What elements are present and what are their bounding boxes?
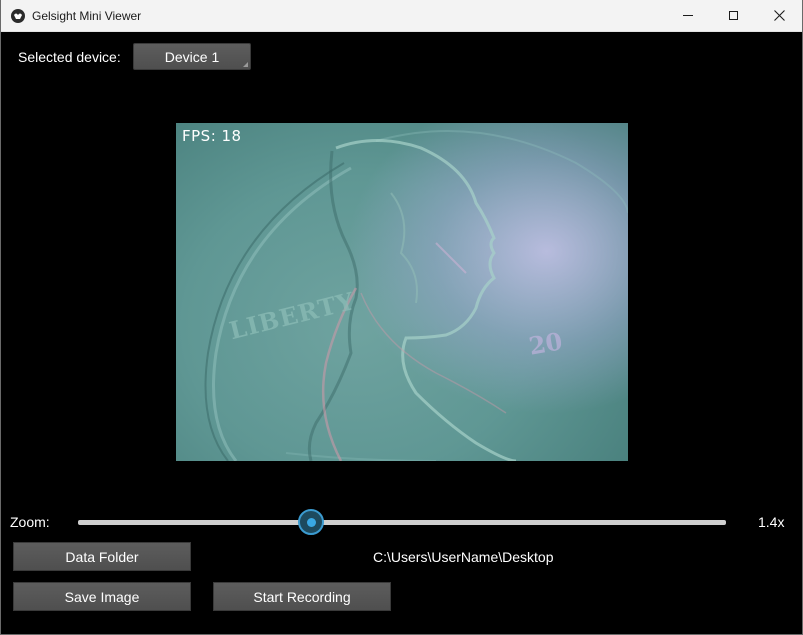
title-bar[interactable]: Gelsight Mini Viewer [1,0,802,32]
minimize-icon [683,15,693,16]
device-select-button[interactable]: Device 1 [133,43,251,70]
window-title: Gelsight Mini Viewer [32,9,142,23]
liberty-text: LIBERTY [226,286,357,345]
svg-text:20: 20 [527,326,565,360]
fps-counter: FPS: 18 [182,127,242,145]
data-folder-path: C:\Users\UserName\Desktop [373,549,554,565]
app-window: Gelsight Mini Viewer Selected device: De… [0,0,803,635]
save-image-button[interactable]: Save Image [13,582,191,611]
maximize-icon [728,11,738,20]
camera-feed: LIBERTY 20 FPS: 18 [176,123,628,461]
minimize-button[interactable] [665,0,711,31]
maximize-button[interactable] [710,0,756,31]
zoom-slider-track[interactable] [78,520,726,525]
slider-thumb-dot [306,517,316,527]
zoom-value: 1.4x [758,514,785,530]
app-logo-icon [11,9,25,23]
data-folder-button[interactable]: Data Folder [13,542,191,571]
zoom-label: Zoom: [10,514,50,530]
selected-device-label: Selected device: [18,49,121,65]
svg-text:LIBERTY: LIBERTY [226,286,357,345]
start-recording-button[interactable]: Start Recording [213,582,391,611]
coin-image: LIBERTY 20 [204,130,628,461]
close-icon [773,10,785,21]
coin-year-text: 20 [527,326,565,360]
zoom-slider-thumb[interactable] [298,509,325,535]
close-button[interactable] [756,0,802,31]
